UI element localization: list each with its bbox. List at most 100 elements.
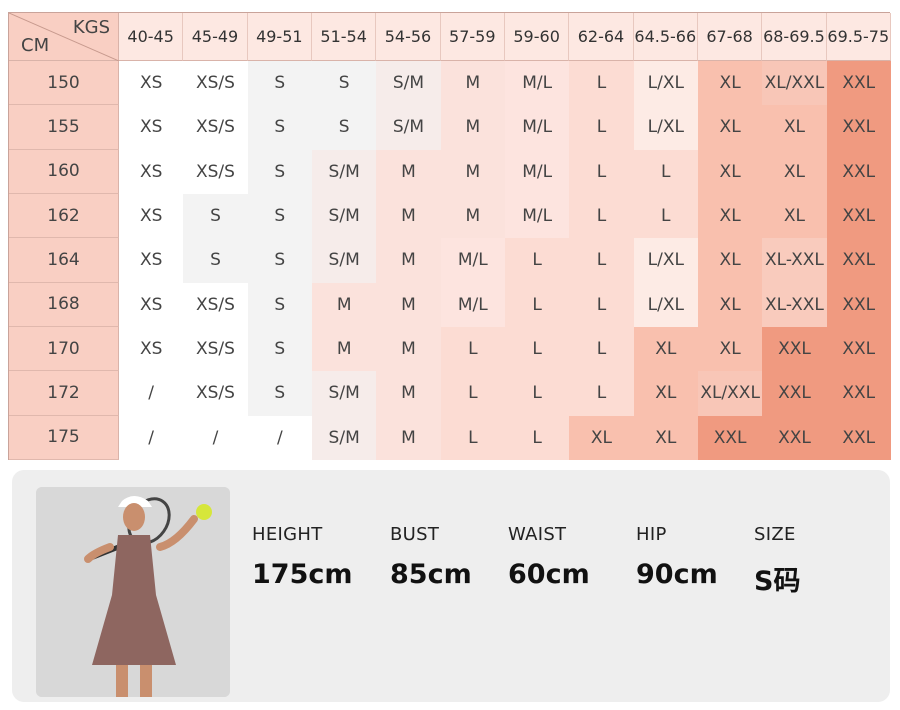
weight-column-header: 49-51 bbox=[247, 13, 312, 61]
size-cell: L bbox=[504, 326, 570, 372]
size-cell: M bbox=[440, 105, 505, 150]
size-cell: XXL bbox=[826, 238, 891, 283]
size-cell: M/L bbox=[504, 149, 570, 194]
size-cell: S bbox=[311, 105, 377, 150]
size-cell: XL bbox=[697, 193, 763, 239]
size-cell: L bbox=[569, 149, 634, 194]
size-cell: L bbox=[569, 326, 634, 372]
height-row-header: 168 bbox=[9, 282, 119, 327]
size-cell: XL bbox=[697, 149, 763, 194]
weight-column-header: 64.5-66 bbox=[633, 13, 698, 61]
size-cell: XS bbox=[119, 282, 184, 327]
size-cell: XL bbox=[762, 149, 827, 194]
size-cell: XXL bbox=[762, 326, 827, 372]
model-stat: SIZE S码 bbox=[754, 524, 800, 598]
size-cell: S bbox=[247, 371, 312, 416]
size-cell: L bbox=[504, 415, 570, 460]
size-cell: XL bbox=[697, 61, 763, 106]
size-cell: L/XL bbox=[633, 238, 698, 283]
model-stat-label: WAIST bbox=[508, 524, 567, 545]
weight-column-header: 45-49 bbox=[183, 13, 248, 61]
size-cell: XXL bbox=[762, 371, 827, 416]
size-cell: M/L bbox=[440, 238, 505, 283]
height-unit-label: CM bbox=[21, 35, 50, 56]
size-cell: M bbox=[311, 326, 377, 372]
size-cell: XS/S bbox=[183, 371, 248, 416]
size-cell: L bbox=[569, 105, 634, 150]
size-cell: L bbox=[569, 61, 634, 106]
size-chart-table: KGS CM 40-45 45-49 49-51 51-54 54-56 57-59 59-… bbox=[8, 12, 891, 460]
size-cell: L bbox=[440, 371, 505, 416]
model-stat: HIP 90cm bbox=[636, 524, 718, 590]
model-stat: BUST 85cm bbox=[390, 524, 472, 590]
size-cell: S/M bbox=[311, 415, 377, 460]
size-cell: / bbox=[119, 371, 184, 416]
size-cell: S bbox=[247, 193, 312, 239]
size-cell: S bbox=[247, 326, 312, 372]
size-cell: XL bbox=[697, 326, 763, 372]
size-cell: XS/S bbox=[183, 149, 248, 194]
weight-column-header: 51-54 bbox=[311, 13, 377, 61]
size-cell: M bbox=[440, 193, 505, 239]
size-cell: XL bbox=[633, 415, 698, 460]
size-cell: S bbox=[247, 61, 312, 106]
size-cell: XL bbox=[697, 105, 763, 150]
size-cell: XL bbox=[762, 193, 827, 239]
size-cell: L bbox=[569, 282, 634, 327]
size-cell: L bbox=[440, 326, 505, 372]
size-cell: L bbox=[569, 193, 634, 239]
size-cell: XL/XXL bbox=[697, 371, 763, 416]
size-cell: XXL bbox=[826, 371, 891, 416]
size-cell: XL-XXL bbox=[762, 238, 827, 283]
size-cell: XXL bbox=[826, 282, 891, 327]
size-cell: L bbox=[633, 193, 698, 239]
height-row-header: 155 bbox=[9, 105, 119, 150]
size-cell: XS bbox=[119, 61, 184, 106]
size-cell: M bbox=[376, 193, 441, 239]
size-cell: L bbox=[504, 238, 570, 283]
size-cell: / bbox=[119, 415, 184, 460]
model-stat-value: 90cm bbox=[636, 559, 718, 590]
height-row-header: 160 bbox=[9, 149, 119, 194]
size-cell: XL bbox=[633, 326, 698, 372]
size-cell: M bbox=[440, 149, 505, 194]
weight-column-header: 40-45 bbox=[119, 13, 184, 61]
size-cell: XL bbox=[569, 415, 634, 460]
size-cell: M bbox=[376, 415, 441, 460]
size-cell: L bbox=[569, 371, 634, 416]
size-cell: XS bbox=[119, 193, 184, 239]
size-cell: XL/XXL bbox=[762, 61, 827, 106]
size-cell: S/M bbox=[311, 193, 377, 239]
weight-column-header: 68-69.5 bbox=[762, 13, 827, 61]
size-cell: XS bbox=[119, 238, 184, 283]
size-cell: S/M bbox=[376, 61, 441, 106]
model-stat-value: 85cm bbox=[390, 559, 472, 590]
size-cell: S/M bbox=[311, 149, 377, 194]
size-cell: S bbox=[247, 238, 312, 283]
size-cell: XS/S bbox=[183, 105, 248, 150]
size-cell: M bbox=[311, 282, 377, 327]
weight-column-header: 69.5-75 bbox=[826, 13, 891, 61]
size-cell: L bbox=[504, 371, 570, 416]
size-cell: M bbox=[376, 149, 441, 194]
size-cell: M bbox=[376, 282, 441, 327]
model-stat-value: S码 bbox=[754, 566, 801, 597]
size-cell: XS/S bbox=[183, 61, 248, 106]
height-row-header: 164 bbox=[9, 238, 119, 283]
size-cell: L/XL bbox=[633, 61, 698, 106]
size-cell: XXL bbox=[826, 105, 891, 150]
model-stat: HEIGHT 175cm bbox=[252, 524, 353, 590]
size-cell: XXL bbox=[762, 415, 827, 460]
weight-column-header: 54-56 bbox=[376, 13, 441, 61]
model-stat-label: SIZE bbox=[754, 524, 796, 545]
size-cell: S/M bbox=[376, 105, 441, 150]
table-corner-header: KGS CM bbox=[9, 13, 119, 61]
size-cell: L bbox=[633, 149, 698, 194]
size-cell: XS bbox=[119, 149, 184, 194]
weight-unit-label: KGS bbox=[72, 17, 110, 38]
size-cell: XL bbox=[697, 282, 763, 327]
size-cell: XXL bbox=[697, 415, 763, 460]
size-cell: S bbox=[183, 238, 248, 283]
tennis-ball-icon bbox=[196, 504, 212, 520]
size-cell: XXL bbox=[826, 193, 891, 239]
